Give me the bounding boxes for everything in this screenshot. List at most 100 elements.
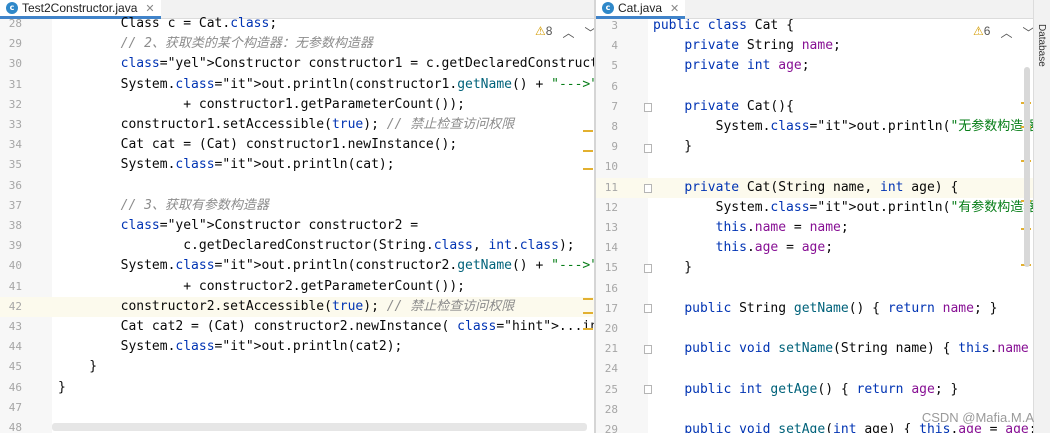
code-text[interactable]: public String getName() { return name; } [653,299,997,319]
code-line[interactable]: 15 } [596,258,1050,278]
code-text[interactable]: constructor1.setAccessible(true); // 禁止检… [58,115,515,135]
line-number: 17 [604,301,618,315]
code-line[interactable]: 6 [596,77,1050,97]
code-text[interactable]: System.class="it">out.println(cat); [58,155,395,175]
code-line[interactable]: 11 private Cat(String name, int age) { [596,177,1050,198]
vertical-scrollbar[interactable] [1024,67,1030,267]
code-line[interactable]: 31 System.class="it">out.println(constru… [0,75,594,95]
warning-marker[interactable] [583,328,593,330]
code-line[interactable]: 16 [596,279,1050,299]
code-line[interactable]: 9 } [596,137,1050,157]
fold-icon[interactable] [644,264,652,273]
code-line[interactable]: 43 Cat cat2 = (Cat) constructor2.newInst… [0,317,594,337]
warning-marker[interactable] [583,312,593,314]
code-text[interactable]: c.getDeclaredConstructor(String.class, i… [58,236,574,256]
warning-marker[interactable] [583,168,593,170]
code-text[interactable]: } [58,357,97,377]
line-number: 39 [8,239,22,253]
code-text[interactable]: + constructor2.getParameterCount()); [58,277,465,297]
code-text[interactable]: System.class="it">out.println("无参数构造器执行了… [653,117,1050,137]
code-text[interactable]: public int getAge() { return age; } [653,380,958,400]
code-text[interactable]: System.class="it">out.println(cat2); [58,337,403,357]
code-text[interactable]: class="yel">Constructor constructor2 = [58,216,418,236]
line-number: 13 [604,221,618,234]
code-line[interactable]: 5 private int age; [596,56,1050,76]
line-number: 29 [604,423,618,433]
code-text[interactable]: this.name = name; [653,218,849,238]
code-line[interactable]: 21 public void setName(String name) { th… [596,339,1050,359]
code-text[interactable]: System.class="it">out.println(constructo… [58,75,594,95]
fold-icon[interactable] [644,345,652,354]
left-editor-pane[interactable]: c Test2Constructor.java ✕ ⚠8 ︿ ﹀ 28 Clas… [0,0,594,433]
code-line[interactable]: 29 // 2、获取类的某个构造器：无参数构造器 [0,34,594,54]
code-line[interactable]: 38 class="yel">Constructor constructor2 … [0,216,594,236]
horizontal-scrollbar[interactable] [52,423,587,431]
code-line[interactable]: 25 public int getAge() { return age; } [596,380,1050,400]
code-text[interactable]: this.age = age; [653,238,833,258]
code-text[interactable]: } [653,258,692,278]
code-text[interactable]: Cat cat2 = (Cat) constructor2.newInstanc… [58,317,594,337]
code-line[interactable]: 17 public String getName() { return name… [596,299,1050,319]
warning-marker[interactable] [583,130,593,132]
code-line[interactable]: 39 c.getDeclaredConstructor(String.class… [0,236,594,256]
code-line[interactable]: 32 + constructor1.getParameterCount()); [0,95,594,115]
code-line[interactable]: 35 System.class="it">out.println(cat); [0,155,594,175]
code-line[interactable]: 47 [0,398,594,418]
code-line[interactable]: 40 System.class="it">out.println(constru… [0,256,594,276]
code-line[interactable]: 4 private String name; [596,36,1050,56]
code-line[interactable]: 44 System.class="it">out.println(cat2); [0,337,594,357]
code-line[interactable]: 24 [596,359,1050,379]
fold-icon[interactable] [644,304,652,313]
code-line[interactable]: 41 + constructor2.getParameterCount()); [0,277,594,297]
right-editor-pane[interactable]: c Cat.java ✕ ⚠6 ︿ ﹀ 3 public class Cat {4… [596,0,1050,433]
code-text[interactable]: System.class="it">out.println("有参数构造器执行了… [653,198,1050,218]
code-text[interactable]: public class Cat { [653,16,794,36]
close-tab-icon[interactable]: ✕ [145,2,154,15]
code-line[interactable]: 3 public class Cat { [596,16,1050,36]
code-line[interactable]: 8 System.class="it">out.println("无参数构造器执… [596,117,1050,137]
code-line[interactable]: 33 constructor1.setAccessible(true); // … [0,115,594,135]
code-line[interactable]: 46} [0,378,594,398]
code-text[interactable]: Class c = Cat.class; [58,14,278,34]
warning-marker[interactable] [583,298,593,300]
code-text[interactable]: public void setName(String name) { this.… [653,339,1050,359]
code-line[interactable]: 7 private Cat(){ [596,97,1050,117]
database-tool-strip[interactable]: Database [1033,0,1050,433]
fold-icon[interactable] [644,103,652,112]
code-text[interactable]: private Cat(){ [653,97,794,117]
line-number: 25 [604,382,618,396]
code-text[interactable]: private String name; [653,36,841,56]
code-line[interactable]: 28 Class c = Cat.class; [0,14,594,34]
warning-marker[interactable] [583,150,593,152]
code-line[interactable]: 14 this.age = age; [596,238,1050,258]
code-text[interactable]: System.class="it">out.println(constructo… [58,256,594,276]
code-line[interactable]: 45 } [0,357,594,377]
line-number: 15 [604,261,618,275]
code-text[interactable]: } [58,378,66,398]
code-line[interactable]: 20 [596,319,1050,339]
code-line[interactable]: 10 [596,157,1050,177]
code-text[interactable]: } [653,137,692,157]
code-text[interactable]: private Cat(String name, int age) { [653,178,958,198]
code-text[interactable]: // 2、获取类的某个构造器：无参数构造器 [58,34,373,54]
code-line[interactable]: 13 this.name = name; [596,218,1050,238]
database-label[interactable]: Database [1036,24,1047,67]
code-line[interactable]: 42 constructor2.setAccessible(true); // … [0,296,594,317]
code-line[interactable]: 12 System.class="it">out.println("有参数构造器… [596,198,1050,218]
code-line[interactable]: 37 // 3、获取有参数构造器 [0,196,594,216]
code-line[interactable]: 36 [0,176,594,196]
code-line[interactable]: 34 Cat cat = (Cat) constructor1.newInsta… [0,135,594,155]
code-text[interactable]: private int age; [653,56,809,76]
fold-icon[interactable] [644,184,652,193]
code-text[interactable]: constructor2.setAccessible(true); // 禁止检… [58,297,515,317]
code-text[interactable]: Cat cat = (Cat) constructor1.newInstance… [58,135,458,155]
tab-title: Cat.java [618,1,663,15]
code-text[interactable]: + constructor1.getParameterCount()); [58,95,465,115]
code-text[interactable]: class="yel">Constructor constructor1 = c… [58,54,594,74]
code-line[interactable]: 30 class="yel">Constructor constructor1 … [0,54,594,74]
line-number: 7 [611,99,618,113]
code-text[interactable]: // 3、获取有参数构造器 [58,196,269,216]
fold-icon[interactable] [644,144,652,153]
fold-icon[interactable] [644,385,652,394]
close-tab-icon[interactable]: ✕ [670,2,679,15]
